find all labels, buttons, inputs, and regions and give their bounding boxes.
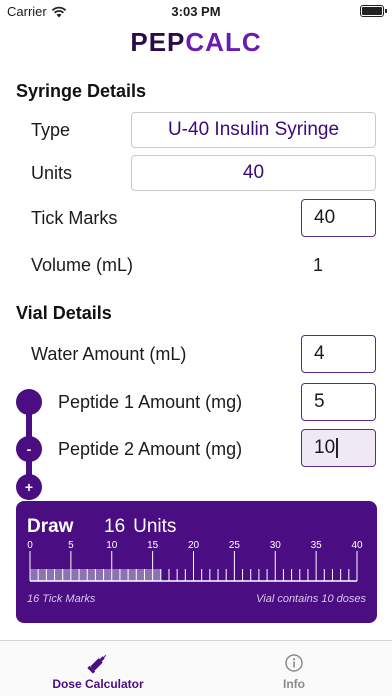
- battery-icon: [360, 5, 387, 17]
- tab-dose-calculator[interactable]: Dose Calculator: [0, 641, 196, 696]
- logo-calc: CALC: [185, 27, 262, 57]
- water-amount-label: Water Amount (mL): [31, 344, 187, 364]
- app-logo: PEPCALC: [0, 27, 392, 58]
- volume-value: 1: [313, 255, 324, 275]
- peptide-1-input[interactable]: 5: [301, 383, 376, 421]
- peptide-1-handle[interactable]: [16, 389, 42, 415]
- syringe-icon: [87, 654, 107, 674]
- ruler-tick-label: 10: [106, 540, 118, 551]
- status-bar: Carrier 3:03 PM: [0, 0, 392, 22]
- ruler-tick-label: 0: [27, 540, 33, 551]
- logo-pep: PEP: [130, 27, 186, 57]
- doses-summary: Vial contains 10 doses: [256, 593, 366, 605]
- ruler-tick-label: 20: [188, 540, 200, 551]
- ruler-tick-label: 35: [311, 540, 323, 551]
- vial-details-title: Vial Details: [16, 303, 112, 323]
- ruler-tick-label: 40: [351, 540, 363, 551]
- tab-info[interactable]: Info: [196, 641, 392, 696]
- info-icon: [285, 654, 303, 672]
- ruler-tick-label: 30: [270, 540, 282, 551]
- remove-peptide-button[interactable]: -: [16, 436, 42, 462]
- clock: 3:03 PM: [171, 4, 221, 19]
- tab-dose-calculator-label: Dose Calculator: [52, 677, 144, 691]
- tick-marks-label: Tick Marks: [31, 208, 118, 228]
- type-label: Type: [31, 120, 71, 140]
- plus-icon: +: [24, 479, 34, 495]
- tab-bar: Dose Calculator Info: [0, 640, 392, 696]
- peptide-2-label: Peptide 2 Amount (mg): [58, 439, 243, 459]
- ruler-tick-label: 25: [229, 540, 241, 551]
- tick-marks-summary: 16 Tick Marks: [27, 593, 96, 605]
- add-peptide-button[interactable]: +: [16, 474, 42, 500]
- peptide-2-value: 10: [314, 437, 336, 458]
- syringe-type-select[interactable]: U-40 Insulin Syringe: [131, 112, 376, 148]
- ruler-tick-label: 5: [68, 540, 74, 551]
- units-label: Units: [31, 163, 73, 183]
- water-amount-input[interactable]: 4: [301, 335, 376, 373]
- ruler-tick-label: 15: [147, 540, 159, 551]
- text-caret: [336, 438, 338, 458]
- units-select[interactable]: 40: [131, 155, 376, 191]
- tab-info-label: Info: [283, 677, 305, 691]
- peptide-1-label: Peptide 1 Amount (mg): [58, 392, 243, 412]
- syringe-details-title: Syringe Details: [16, 81, 147, 101]
- draw-card: Draw 16 Units 0 5 10 15 20 25 30 35 40 16 Tick Ma…: [16, 501, 377, 623]
- minus-icon: -: [26, 441, 32, 457]
- tick-marks-input[interactable]: 40: [301, 199, 376, 237]
- volume-label: Volume (mL): [31, 255, 134, 275]
- peptide-2-input[interactable]: 10: [301, 429, 376, 467]
